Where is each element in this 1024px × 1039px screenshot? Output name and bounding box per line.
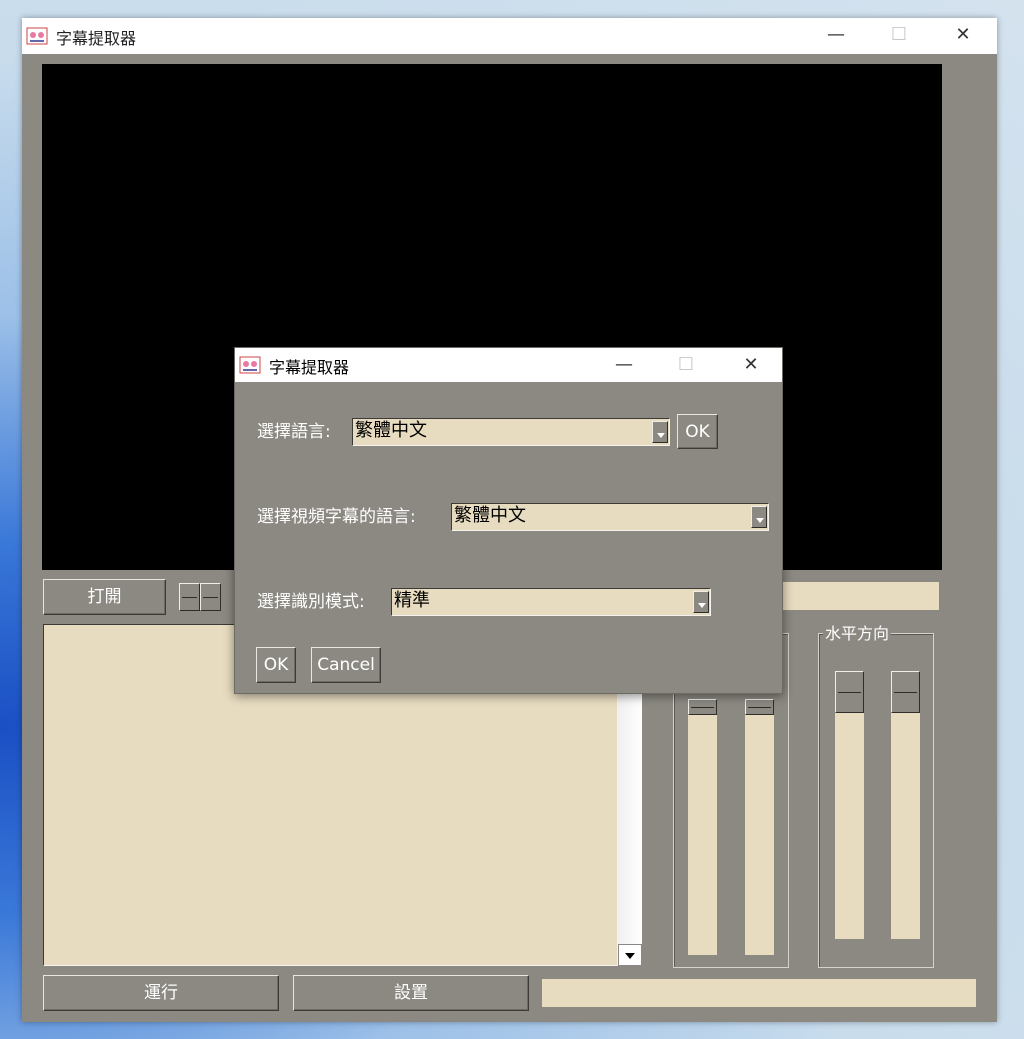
cancel-button[interactable]: Cancel [311,647,381,683]
settings-button[interactable]: 設置 [293,975,529,1011]
subtitle-language-combobox[interactable]: 繁體中文 [451,503,769,531]
language-settings-dialog: 字幕提取器 — ☐ ✕ 選擇語言: 繁體中文 OK 選擇視頻字幕的語言: 繁體中… [234,347,783,694]
mode-label: 選擇識別模式: [257,592,365,612]
vertical-slider-2[interactable] [745,699,774,955]
subtitle-language-label: 選擇視頻字幕的語言: [257,507,416,527]
close-button[interactable]: ✕ [940,18,986,52]
main-titlebar[interactable]: 字幕提取器 — ☐ ✕ [22,18,997,54]
open-button[interactable]: 打開 [43,579,166,615]
slider-thumb[interactable] [745,699,774,715]
scroll-down-button[interactable] [618,944,642,966]
dropdown-arrow-icon[interactable] [652,421,668,443]
dialog-minimize-button[interactable]: — [601,348,647,382]
language-ok-button[interactable]: OK [677,414,718,449]
dialog-close-button[interactable]: ✕ [728,348,774,382]
subtitle-language-value: 繁體中文 [454,505,526,526]
slider-thumb[interactable] [835,671,864,713]
status-bar [542,979,976,1007]
main-window-title: 字幕提取器 [56,29,137,48]
frame-slider-thumb[interactable] [200,583,221,611]
frame-slider-thumb[interactable] [179,583,200,611]
maximize-button[interactable]: ☐ [876,18,922,52]
language-combobox[interactable]: 繁體中文 [352,418,670,446]
dialog-titlebar[interactable]: 字幕提取器 — ☐ ✕ [235,348,782,382]
dropdown-arrow-icon[interactable] [751,506,767,528]
horizontal-frame-label: 水平方向 [823,624,892,644]
dialog-title: 字幕提取器 [269,358,350,377]
horizontal-slider-2[interactable] [891,671,920,939]
slider-thumb[interactable] [688,699,717,715]
language-label: 選擇語言: [257,422,331,442]
arrow-down-icon [625,953,635,959]
horizontal-slider-1[interactable] [835,671,864,939]
slider-thumb[interactable] [891,671,920,713]
progress-field [781,582,939,610]
app-icon [239,356,261,374]
dialog-maximize-button[interactable]: ☐ [663,348,709,382]
run-button[interactable]: 運行 [43,975,279,1011]
app-icon [26,27,48,45]
frame-slider[interactable] [179,583,221,611]
horizontal-frame: 水平方向 [818,624,934,968]
mode-combobox[interactable]: 精準 [391,588,711,616]
dropdown-arrow-icon[interactable] [693,591,709,613]
mode-value: 精準 [394,590,430,611]
ok-button[interactable]: OK [256,647,296,683]
language-value: 繁體中文 [355,420,427,441]
vertical-slider-1[interactable] [688,699,717,955]
minimize-button[interactable]: — [813,18,859,52]
